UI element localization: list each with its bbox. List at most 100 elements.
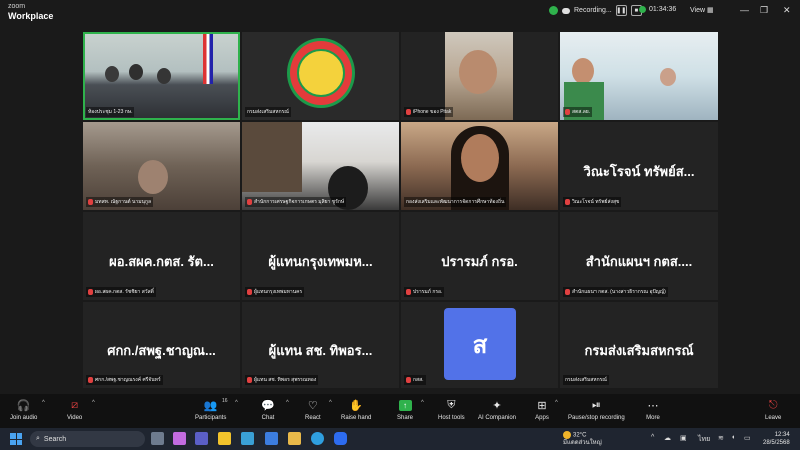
teams-icon[interactable] [195, 432, 208, 445]
ai-companion-label: AI Companion [478, 415, 517, 421]
close-icon[interactable]: ✕ [783, 5, 791, 16]
recording-indicator[interactable]: Recording... ❚❚ ■ [549, 5, 642, 16]
participant-tile[interactable]: ห้องประชุม 1-23 กษ. [83, 32, 240, 120]
participant-display-name: ปรารมภ์ กรอ. [441, 253, 518, 269]
chevron-up-icon[interactable]: ^ [651, 434, 654, 441]
brand-line-2: Workplace [8, 11, 54, 21]
flag-image [203, 34, 213, 84]
video-label: Video [67, 415, 83, 421]
edge-icon[interactable] [311, 432, 324, 445]
app-icon[interactable] [241, 432, 254, 445]
shield-icon: ⛨ [447, 398, 456, 411]
host-tools-button[interactable]: ⛨ Host tools [438, 398, 465, 422]
participant-tile[interactable]: มทสท. ณัฐกานต์ นามนุกูล [83, 122, 240, 210]
speaker-icon[interactable]: ◖ [731, 434, 735, 441]
apps-icon: ⊞ [537, 399, 547, 412]
pause-stop-icon: ⏯ [591, 398, 601, 411]
wifi-icon[interactable]: ≋ [718, 434, 724, 442]
battery-icon[interactable]: ▭ [744, 434, 751, 442]
mic-muted-icon [88, 199, 93, 205]
participant-video [445, 32, 513, 120]
onedrive-icon[interactable]: ☁ [664, 434, 671, 442]
participant-name: ปรารมภ์ กรอ. [404, 287, 445, 297]
os-taskbar: ⌕ Search 32°C มีแดดส่วนใหญ่ ^ ☁ ▣ ไทย ≋ … [0, 428, 800, 450]
file-explorer-icon[interactable] [288, 432, 301, 445]
participant-tile[interactable]: กรมส่งเสริมสหกรณ์ [242, 32, 399, 120]
participant-tile[interactable]: วิณะโรจน์ ทรัพย์ส... วิณะโรจน์ ทรัพย์ส่ง… [560, 122, 718, 210]
security-shield-icon[interactable] [549, 6, 558, 15]
participant-tile[interactable]: สำนักแผนฯ กตส.... สำนักแผนฯ กตส. (นางสาว… [560, 212, 718, 300]
sticky-notes-icon[interactable] [218, 432, 231, 445]
participant-name-text: สตส.ลย. [572, 109, 591, 115]
mic-muted-icon [406, 377, 411, 383]
search-icon: ⌕ [36, 435, 40, 442]
participant-figure [138, 160, 168, 194]
participant-name-text: กรมส่งเสริมสหกรณ์ [247, 109, 289, 115]
join-audio-button[interactable]: 🎧 Join audio [10, 398, 37, 422]
restore-icon[interactable]: ❐ [760, 5, 768, 16]
participant-tile[interactable]: iPhone ของ Pitak [401, 32, 558, 120]
participant-tile[interactable]: ส กสส. [401, 302, 558, 388]
taskbar-search[interactable]: ⌕ Search [30, 431, 145, 447]
pause-stop-label: Pause/stop recording [568, 415, 625, 421]
language-indicator[interactable]: ไทย [698, 434, 710, 445]
store-icon[interactable] [265, 432, 278, 445]
chevron-up-icon[interactable]: ^ [42, 400, 45, 406]
meeting-toolbar: 🎧 Join audio ^ ⧄ Video ^ 👥 Participants … [0, 394, 800, 428]
view-button[interactable]: View ▦ [690, 6, 714, 14]
participant-name: iPhone ของ Pitak [404, 107, 454, 117]
participant-tile[interactable]: ปรารมภ์ กรอ. ปรารมภ์ กรอ. [401, 212, 558, 300]
more-button[interactable]: ⋯ More [646, 398, 660, 422]
video-button[interactable]: ⧄ Video [67, 398, 83, 422]
react-button[interactable]: ♡ React [305, 398, 321, 422]
chevron-up-icon[interactable]: ^ [421, 400, 424, 406]
participants-icon: 👥 [203, 399, 218, 412]
participants-count: 16 [222, 398, 228, 404]
participant-tile[interactable]: กองส่งเสริมและพัฒนาการจัดการศึกษาท้องถิ่… [401, 122, 558, 210]
chevron-up-icon[interactable]: ^ [286, 400, 289, 406]
weather-widget[interactable]: 32°C มีแดดส่วนใหญ่ [563, 431, 602, 447]
weather-text: มีแดดส่วนใหญ่ [563, 439, 602, 446]
zoom-tray-icon[interactable]: ▣ [680, 434, 687, 442]
participant-name: ผอ.สผค.กตส. รัชชิยา สวัสดิ์ [86, 287, 156, 297]
chevron-up-icon[interactable]: ^ [329, 400, 332, 406]
apps-button[interactable]: ⊞ Apps [535, 398, 549, 422]
participant-name: กรมส่งเสริมสหกรณ์ [563, 375, 609, 385]
mic-muted-icon [406, 289, 411, 295]
participant-name: สำนักการเศรษฐกิจการเกษตร มุสิยา ชูรักษ์ [245, 197, 347, 207]
participant-tile[interactable]: ผู้แทน สช. ทิพอร... ผู้แทน สช. ทิพอร สุพ… [242, 302, 399, 388]
chat-button[interactable]: 💬 Chat [261, 398, 275, 422]
sun-icon [563, 431, 571, 439]
participant-figure [105, 66, 119, 82]
share-button[interactable]: ↑ Share [397, 398, 413, 421]
pause-stop-recording-button[interactable]: ⏯ Pause/stop recording [568, 398, 625, 422]
task-view-icon[interactable] [151, 432, 164, 445]
raise-hand-button[interactable]: ✋ Raise hand [341, 398, 371, 422]
windows-start-icon[interactable] [10, 433, 22, 445]
participant-name-text: มทสท. ณัฐกานต์ นามนุกูล [95, 199, 152, 205]
participant-tile[interactable]: ศกก./สพฐ.ชาญณ... ศกก./สพฐ.ชาญณรงค์ ศรีจั… [83, 302, 240, 388]
video-gallery: ห้องประชุม 1-23 กษ. กรมส่งเสริมสหกรณ์ iP… [83, 32, 718, 388]
participant-tile[interactable]: สำนักการเศรษฐกิจการเกษตร มุสิยา ชูรักษ์ [242, 122, 399, 210]
system-clock[interactable]: 12:34 28/5/2568 [763, 431, 790, 447]
participant-tile[interactable]: สตส.ลย. [560, 32, 718, 120]
participant-name-text: ผู้แทน สช. ทิพอร สุพรรณทอง [254, 377, 317, 383]
participant-tile[interactable]: ผอ.สผค.กตส. รัต... ผอ.สผค.กตส. รัชชิยา ส… [83, 212, 240, 300]
participant-tile[interactable]: กรมส่งเสริมสหกรณ์ กรมส่งเสริมสหกรณ์ [560, 302, 718, 388]
chevron-up-icon[interactable]: ^ [92, 400, 95, 406]
participant-name-text: สำนักแผนฯ กตส. (นางสาวธิรากรณ อุปัญญ์) [572, 289, 666, 295]
minimize-icon[interactable]: — [740, 5, 749, 15]
zoom-icon[interactable] [334, 432, 347, 445]
participant-display-name: ผู้แทนกรุงเทพมห... [268, 253, 373, 269]
ai-companion-button[interactable]: ✦ AI Companion [478, 398, 517, 422]
leave-button[interactable]: ⎋ Leave [765, 398, 781, 422]
mic-muted-icon [247, 199, 252, 205]
participant-figure [157, 68, 171, 84]
participant-tile[interactable]: ผู้แทนกรุงเทพมห... ผู้แทนกรุงเทพมหานคร [242, 212, 399, 300]
chevron-up-icon[interactable]: ^ [235, 400, 238, 406]
mic-muted-icon [88, 377, 93, 383]
participant-name-text: กสส. [413, 377, 424, 383]
pause-recording-icon[interactable]: ❚❚ [615, 5, 627, 16]
copilot-icon[interactable] [173, 432, 186, 445]
chevron-up-icon[interactable]: ^ [555, 400, 558, 406]
